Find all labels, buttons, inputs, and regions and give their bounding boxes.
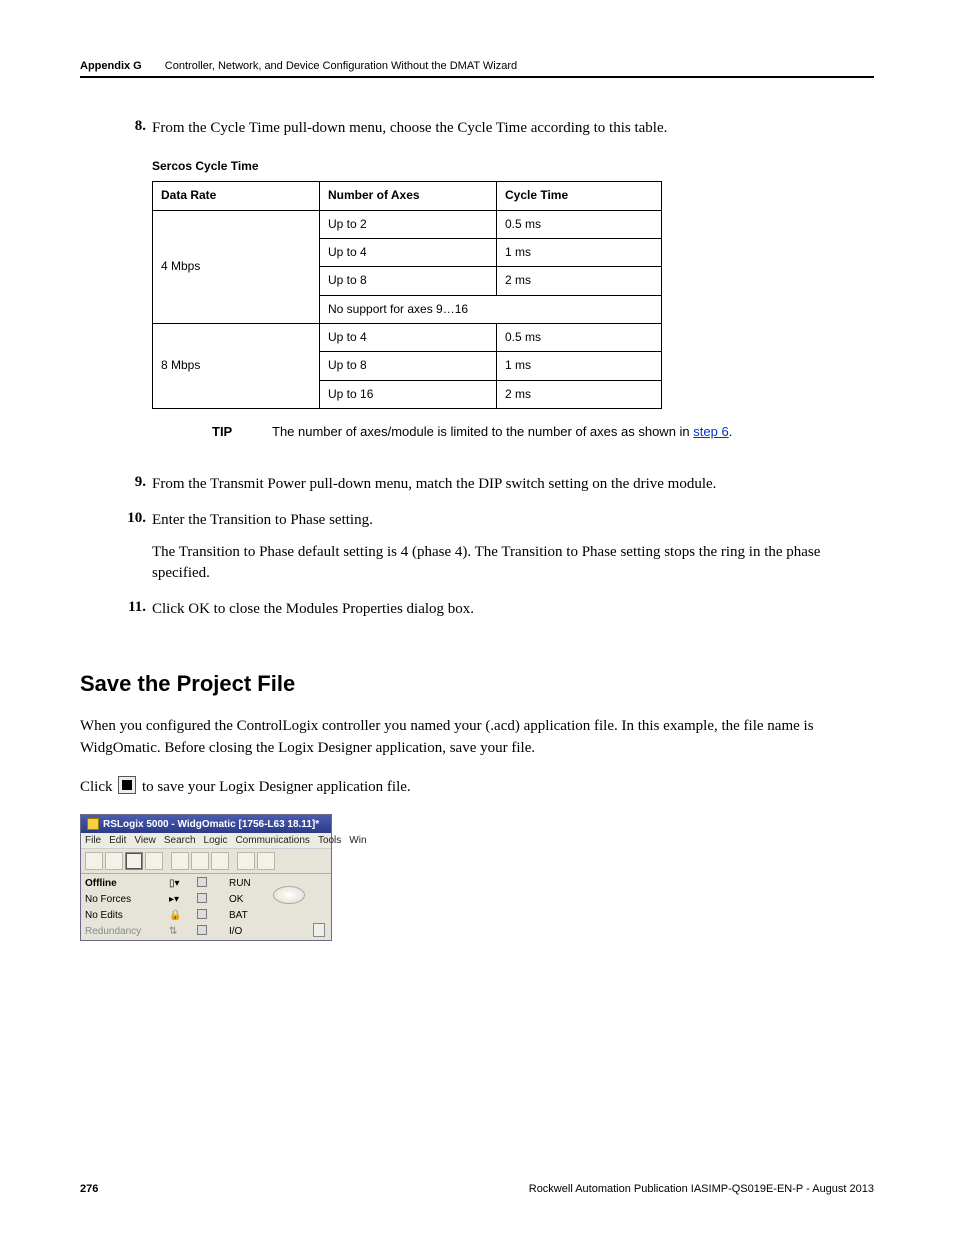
step-10: 10. Enter the Transition to Phase settin…: [120, 510, 874, 585]
th-num-axes: Number of Axes: [320, 182, 497, 210]
status-offline: Offline: [85, 878, 165, 889]
step-11-text: Click OK to close the Modules Properties…: [152, 599, 874, 621]
save-icon: [118, 776, 136, 794]
led-icon: [197, 909, 207, 919]
step-8: 8. From the Cycle Time pull-down menu, c…: [120, 118, 874, 460]
tip-label: TIP: [212, 423, 272, 442]
page-footer: 276 Rockwell Automation Publication IASI…: [80, 1183, 874, 1195]
menu-item[interactable]: Edit: [109, 835, 126, 846]
cell: Up to 4: [320, 238, 497, 266]
chapter-title: Controller, Network, and Device Configur…: [165, 60, 517, 72]
tip-text: The number of axes/module is limited to …: [272, 423, 732, 442]
cylinder-icon: [313, 923, 325, 937]
link-step-6[interactable]: step 6: [693, 424, 728, 439]
screenshot-status-area: Offline ▯▾ RUN No Forces ▸▾ OK No Edits …: [81, 874, 331, 940]
menu-item[interactable]: View: [134, 835, 156, 846]
table-row: 8 Mbps Up to 4 0.5 ms: [153, 324, 662, 352]
toolbar-redo-icon[interactable]: [257, 852, 275, 870]
menu-item[interactable]: Communications: [235, 835, 309, 846]
menu-item[interactable]: Logic: [204, 835, 228, 846]
screenshot-titlebar: RSLogix 5000 - WidgOmatic [1756-L63 18.1…: [81, 815, 331, 833]
menu-item[interactable]: Search: [164, 835, 196, 846]
status-no-edits: No Edits: [85, 910, 165, 921]
screenshot-toolbar: [81, 848, 331, 874]
status-icon: ▸▾: [169, 894, 193, 905]
cell-rate-8: 8 Mbps: [153, 324, 320, 409]
status-redundancy: Redundancy: [85, 926, 165, 937]
toolbar-undo-icon[interactable]: [237, 852, 255, 870]
led-icon: [197, 877, 207, 887]
cell: 2 ms: [497, 267, 662, 295]
table-header-row: Data Rate Number of Axes Cycle Time: [153, 182, 662, 210]
cell: 0.5 ms: [497, 324, 662, 352]
th-data-rate: Data Rate: [153, 182, 320, 210]
cell-no-support: No support for axes 9…16: [320, 295, 662, 323]
app-icon: [87, 818, 99, 830]
running-head: Appendix G Controller, Network, and Devi…: [80, 60, 874, 72]
section-para-2: Click to save your Logix Designer applic…: [80, 776, 874, 799]
cell: 1 ms: [497, 238, 662, 266]
menu-item[interactable]: Tools: [318, 835, 341, 846]
step-9-text: From the Transmit Power pull-down menu, …: [152, 474, 874, 496]
table-row: 4 Mbps Up to 2 0.5 ms: [153, 210, 662, 238]
screenshot-menubar: File Edit View Search Logic Communicatio…: [81, 833, 331, 848]
cell: 0.5 ms: [497, 210, 662, 238]
screenshot-rslogix: RSLogix 5000 - WidgOmatic [1756-L63 18.1…: [80, 814, 332, 941]
menu-item[interactable]: File: [85, 835, 101, 846]
status-icon: ⇅: [169, 926, 193, 937]
section-para-1: When you configured the ControlLogix con…: [80, 715, 874, 760]
status-ok: OK: [229, 894, 243, 905]
step-number: 11.: [120, 599, 152, 621]
cell: Up to 16: [320, 380, 497, 408]
th-cycle-time: Cycle Time: [497, 182, 662, 210]
tip: TIP The number of axes/module is limited…: [212, 423, 874, 442]
step-10-text2: The Transition to Phase default setting …: [152, 542, 874, 586]
header-rule: [80, 76, 874, 78]
page-number: 276: [80, 1183, 98, 1195]
toolbar-paste-icon[interactable]: [211, 852, 229, 870]
section-heading: Save the Project File: [80, 671, 874, 697]
toolbar-print-icon[interactable]: [145, 852, 163, 870]
screenshot-title: RSLogix 5000 - WidgOmatic [1756-L63 18.1…: [103, 819, 319, 830]
led-icon: [197, 893, 207, 903]
status-io: I/O: [229, 926, 309, 937]
step-11: 11. Click OK to close the Modules Proper…: [120, 599, 874, 621]
step-number: 8.: [120, 118, 152, 460]
status-bat: BAT: [229, 910, 309, 921]
status-icon: 🔒: [169, 910, 193, 921]
step-number: 10.: [120, 510, 152, 585]
cell: Up to 2: [320, 210, 497, 238]
status-icon: ▯▾: [169, 878, 193, 889]
status-no-forces: No Forces: [85, 894, 165, 905]
step-8-text: From the Cycle Time pull-down menu, choo…: [152, 118, 874, 140]
cell: Up to 8: [320, 352, 497, 380]
cell: 1 ms: [497, 352, 662, 380]
led-icon: [197, 925, 207, 935]
publication-info: Rockwell Automation Publication IASIMP-Q…: [529, 1183, 874, 1195]
sercos-table: Data Rate Number of Axes Cycle Time 4 Mb…: [152, 181, 662, 409]
appendix-label: Appendix G: [80, 60, 142, 72]
table-caption: Sercos Cycle Time: [152, 158, 874, 175]
menu-item[interactable]: Win: [349, 835, 366, 846]
cell: 2 ms: [497, 380, 662, 408]
key-switch-icon: [273, 886, 305, 904]
cell: Up to 8: [320, 267, 497, 295]
toolbar-save-icon[interactable]: [125, 852, 143, 870]
cell: Up to 4: [320, 324, 497, 352]
cell-rate-4: 4 Mbps: [153, 210, 320, 324]
toolbar-cut-icon[interactable]: [171, 852, 189, 870]
toolbar-new-icon[interactable]: [85, 852, 103, 870]
step-9: 9. From the Transmit Power pull-down men…: [120, 474, 874, 496]
toolbar-copy-icon[interactable]: [191, 852, 209, 870]
step-number: 9.: [120, 474, 152, 496]
step-10-text1: Enter the Transition to Phase setting.: [152, 510, 874, 532]
toolbar-open-icon[interactable]: [105, 852, 123, 870]
